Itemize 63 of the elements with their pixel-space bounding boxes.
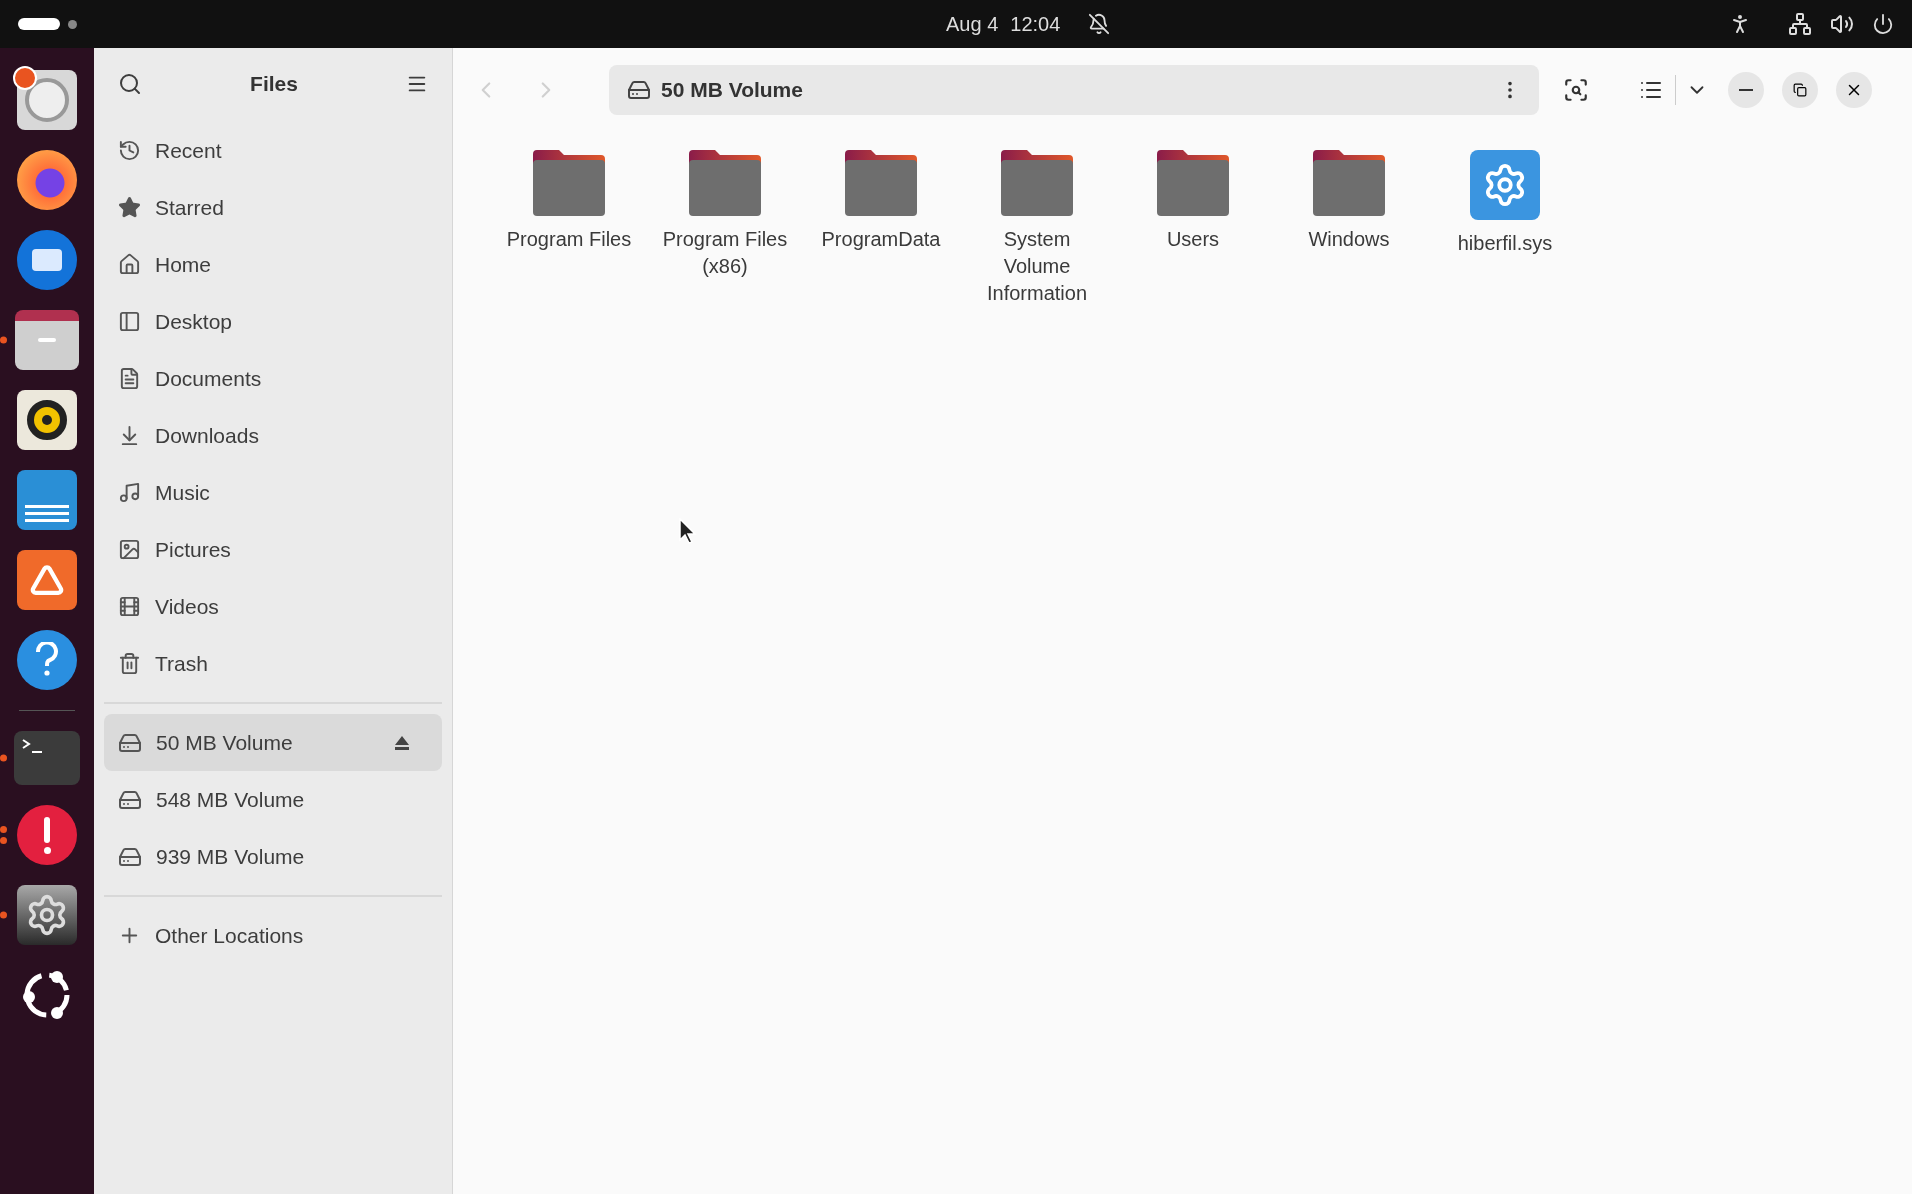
power-icon[interactable] <box>1872 13 1894 35</box>
restore-button[interactable] <box>1782 72 1818 108</box>
sidebar-item[interactable]: Music <box>104 464 442 521</box>
sidebar-item[interactable]: 939 MB Volume <box>104 828 442 885</box>
file-item[interactable]: Program Files <box>491 150 647 253</box>
time-text[interactable]: 12:04 <box>1010 9 1061 39</box>
sidebar-item[interactable]: Desktop <box>104 293 442 350</box>
path-bar[interactable]: 50 MB Volume <box>609 65 1539 115</box>
restore-icon <box>1793 83 1807 97</box>
sidebar-item[interactable]: 50 MB Volume <box>104 714 442 771</box>
mail-app-icon[interactable] <box>17 230 77 290</box>
clock-icon <box>118 139 141 162</box>
sidebar-item[interactable]: Pictures <box>104 521 442 578</box>
sidebar-item[interactable]: Starred <box>104 179 442 236</box>
file-item[interactable]: hiberfil.sys <box>1427 150 1583 257</box>
warning-app-icon[interactable] <box>17 805 77 865</box>
sidebar-item[interactable]: 548 MB Volume <box>104 771 442 828</box>
minimize-icon <box>1739 89 1753 91</box>
document-app-icon[interactable] <box>17 470 77 530</box>
file-item[interactable]: Program Files (x86) <box>647 150 803 280</box>
drive-icon <box>627 78 651 102</box>
file-item[interactable]: Windows <box>1271 150 1427 253</box>
folder-icon <box>845 150 917 216</box>
folder-icon <box>1313 150 1385 216</box>
sidebar-item[interactable]: Trash <box>104 635 442 692</box>
gear-file-icon <box>1470 150 1540 220</box>
workspace-indicator[interactable] <box>18 18 77 30</box>
volume-icon[interactable] <box>1830 12 1854 36</box>
speaker-app-icon[interactable] <box>17 390 77 450</box>
film-icon <box>118 595 141 618</box>
sidebar-item[interactable]: Documents <box>104 350 442 407</box>
eject-icon[interactable] <box>394 734 410 751</box>
star-icon <box>118 196 141 219</box>
document-icon <box>118 367 141 390</box>
minimize-button[interactable] <box>1728 72 1764 108</box>
firefox-icon[interactable] <box>17 150 77 210</box>
search-icon[interactable] <box>118 72 142 96</box>
help-icon[interactable] <box>17 630 77 690</box>
sidebar-item[interactable]: Home <box>104 236 442 293</box>
folder-icon <box>1157 150 1229 216</box>
folder-icon <box>533 150 605 216</box>
trash-icon <box>118 652 141 675</box>
desktop-icon <box>118 310 141 333</box>
folder-icon <box>1001 150 1073 216</box>
bell-muted-icon[interactable] <box>1088 13 1111 35</box>
sidebar-title: Files <box>249 71 299 98</box>
sidebar-item[interactable]: Videos <box>104 578 442 635</box>
file-item[interactable]: ProgramData <box>803 150 959 253</box>
search-icon[interactable] <box>1563 77 1589 103</box>
music-note-icon <box>118 481 141 504</box>
home-icon <box>118 253 141 276</box>
sidebar-item[interactable]: Other Locations <box>104 907 442 964</box>
sidebar-item[interactable]: Recent <box>104 122 442 179</box>
folder-icon <box>689 150 761 216</box>
sidebar-item[interactable]: Downloads <box>104 407 442 464</box>
close-button[interactable] <box>1836 72 1872 108</box>
file-item[interactable]: Users <box>1115 150 1271 253</box>
folder-app-icon[interactable] <box>15 310 79 370</box>
file-item[interactable]: System Volume Information <box>959 150 1115 307</box>
settings-app-icon[interactable] <box>17 885 77 945</box>
network-icon[interactable] <box>1788 12 1812 36</box>
picture-icon <box>118 538 141 561</box>
date-text[interactable]: Aug 4 <box>946 9 999 39</box>
